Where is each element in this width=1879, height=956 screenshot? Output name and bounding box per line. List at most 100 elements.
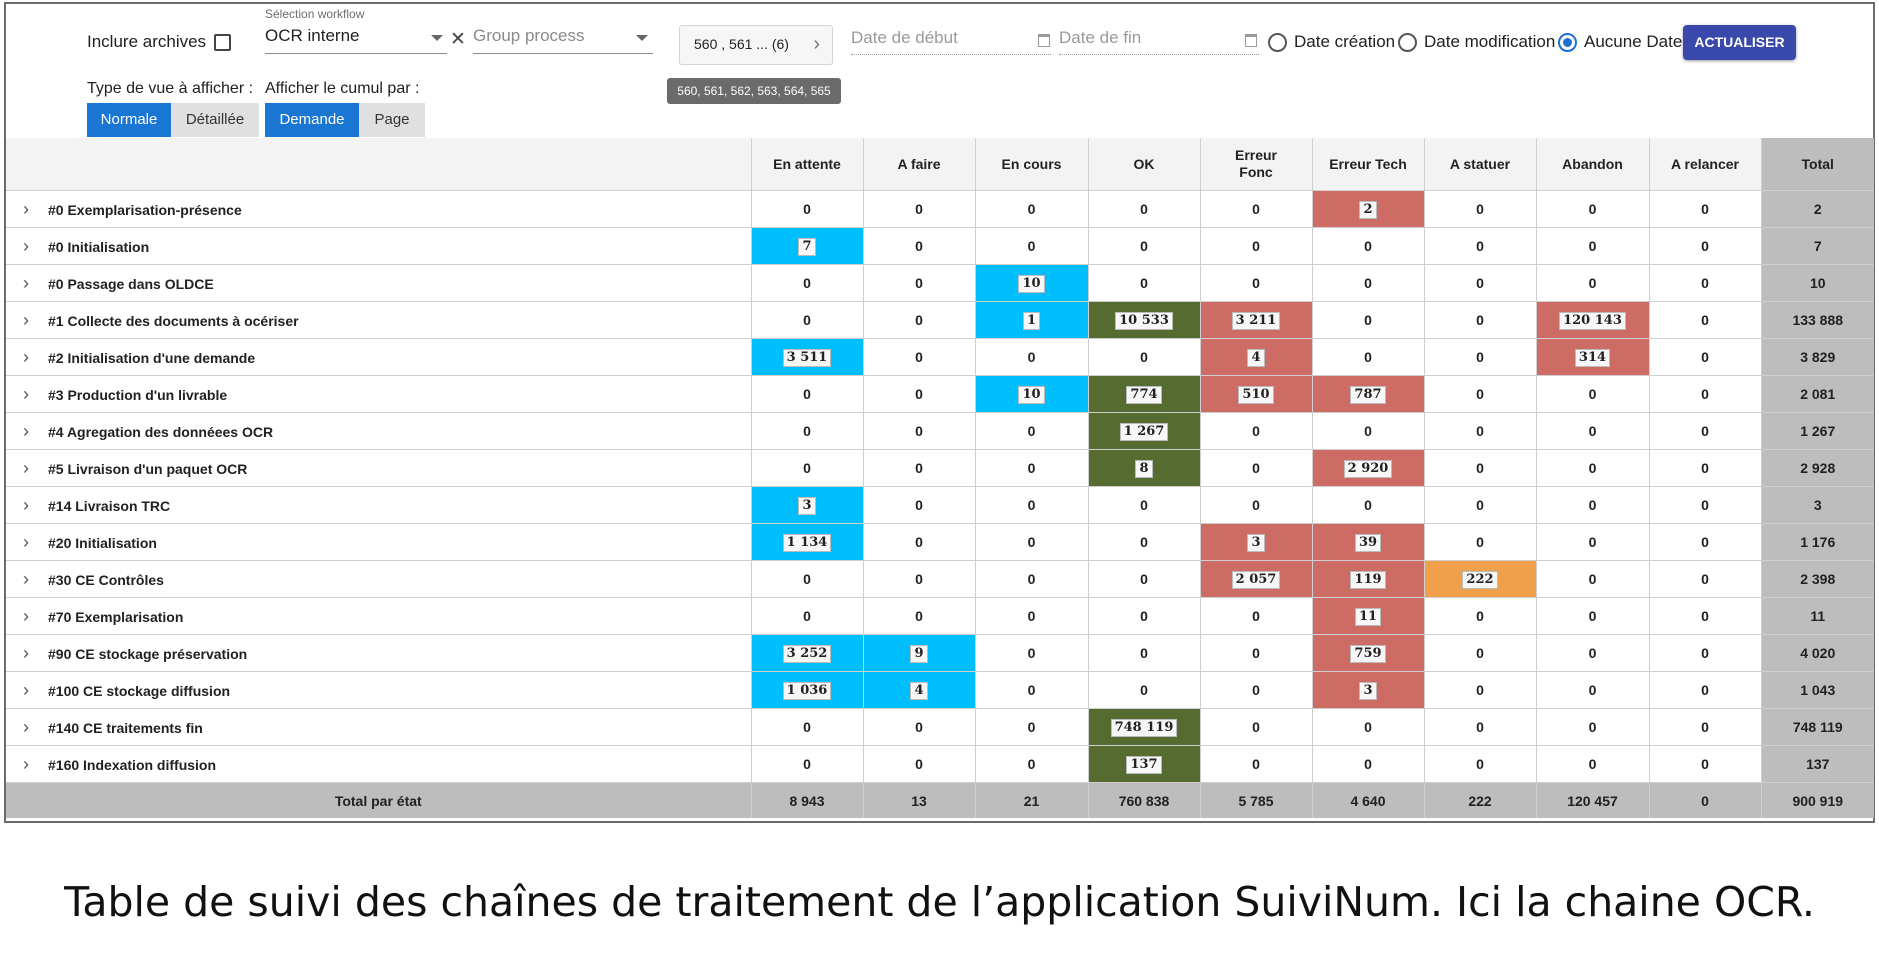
status-cell[interactable]: 0 (1199, 634, 1312, 672)
status-cell[interactable]: 0 (1648, 449, 1761, 487)
status-cell[interactable]: 0 (1087, 560, 1200, 598)
status-cell[interactable]: 0 (1535, 190, 1649, 228)
expand-chevron-icon[interactable]: › (14, 310, 38, 331)
table-row[interactable]: › #2 Initialisation d'une demande 3 511 0 0 0… (6, 338, 1874, 376)
status-cell[interactable]: 0 (750, 190, 863, 228)
status-cell[interactable]: 0 (1423, 634, 1536, 672)
table-row[interactable]: › #140 CE traitements fin 0 0 0 748 119 0 0 0 0 0 7… (6, 708, 1874, 746)
status-cell[interactable]: 0 (1648, 227, 1761, 265)
status-cell[interactable]: 39 (1311, 523, 1424, 561)
status-cell[interactable]: 120 143 (1535, 301, 1649, 339)
status-cell[interactable]: 0 (1648, 708, 1761, 746)
status-cell[interactable]: 0 (1423, 338, 1536, 376)
status-cell[interactable]: 0 (862, 264, 975, 302)
status-cell[interactable]: 0 (1087, 671, 1200, 709)
cumul-request-button[interactable]: Demande (265, 103, 359, 137)
status-cell[interactable]: 0 (1648, 190, 1761, 228)
status-cell[interactable]: 0 (1423, 375, 1536, 413)
table-row[interactable]: › #14 Livraison TRC 3 0 0 0 0 0 0 0 0 3 (6, 486, 1874, 524)
status-cell[interactable]: 0 (974, 190, 1088, 228)
status-cell[interactable]: 222 (1423, 560, 1536, 598)
status-cell[interactable]: 0 (1087, 597, 1200, 635)
status-cell[interactable]: 0 (1199, 449, 1312, 487)
expand-chevron-icon[interactable]: › (14, 643, 38, 664)
status-cell[interactable]: 748 119 (1087, 708, 1200, 746)
workflow-select[interactable]: OCR interne (265, 26, 447, 54)
status-cell[interactable]: 0 (1087, 634, 1200, 672)
status-cell[interactable]: 10 (974, 264, 1088, 302)
status-cell[interactable]: 0 (750, 264, 863, 302)
view-normal-button[interactable]: Normale (87, 103, 171, 137)
expand-chevron-icon[interactable]: › (14, 421, 38, 442)
status-cell[interactable]: 0 (750, 412, 863, 450)
status-cell[interactable]: 0 (1648, 301, 1761, 339)
status-cell[interactable]: 0 (1423, 671, 1536, 709)
status-cell[interactable]: 2 057 (1199, 560, 1312, 598)
status-cell[interactable]: 0 (1311, 301, 1424, 339)
status-cell[interactable]: 0 (862, 486, 975, 524)
status-cell[interactable]: 0 (750, 375, 863, 413)
status-cell[interactable]: 0 (862, 708, 975, 746)
status-cell[interactable]: 0 (750, 745, 863, 783)
status-cell[interactable]: 0 (750, 449, 863, 487)
status-cell[interactable]: 9 (862, 634, 975, 672)
status-cell[interactable]: 0 (1648, 523, 1761, 561)
header-en-cours[interactable]: En cours (974, 138, 1088, 191)
status-cell[interactable]: 0 (974, 338, 1088, 376)
calendar-icon[interactable] (1038, 34, 1050, 47)
radio-date-modification[interactable] (1398, 33, 1417, 52)
status-cell[interactable]: 0 (1648, 745, 1761, 783)
status-cell[interactable]: 0 (974, 597, 1088, 635)
table-row[interactable]: › #4 Agregation des donnéees OCR 0 0 0 1 267 0… (6, 412, 1874, 450)
status-cell[interactable]: 3 (750, 486, 863, 524)
status-cell[interactable]: 10 (974, 375, 1088, 413)
expand-chevron-icon[interactable]: › (14, 273, 38, 294)
status-cell[interactable]: 0 (1648, 338, 1761, 376)
status-cell[interactable]: 0 (1423, 190, 1536, 228)
radio-date-creation[interactable] (1268, 33, 1287, 52)
header-a-faire[interactable]: A faire (862, 138, 975, 191)
group-process-select[interactable]: Group process (473, 26, 653, 54)
status-cell[interactable]: 1 036 (750, 671, 863, 709)
status-cell[interactable]: 0 (862, 338, 975, 376)
status-cell[interactable]: 0 (1311, 264, 1424, 302)
status-cell[interactable]: 0 (1648, 412, 1761, 450)
status-cell[interactable]: 0 (1423, 523, 1536, 561)
status-cell[interactable]: 0 (1199, 264, 1312, 302)
status-cell[interactable]: 0 (1648, 671, 1761, 709)
header-erreur-fonc[interactable]: Erreur Fonc (1199, 138, 1312, 191)
status-cell[interactable]: 0 (862, 449, 975, 487)
status-cell[interactable]: 0 (862, 560, 975, 598)
status-cell[interactable]: 0 (1535, 671, 1649, 709)
status-cell[interactable]: 0 (974, 708, 1088, 746)
table-row[interactable]: › #70 Exemplarisation 0 0 0 0 0 11 0 0 0 11 (6, 597, 1874, 635)
table-row[interactable]: › #5 Livraison d'un paquet OCR 0 0 0 8 0 2 920 0… (6, 449, 1874, 487)
status-cell[interactable]: 0 (1087, 486, 1200, 524)
status-cell[interactable]: 3 252 (750, 634, 863, 672)
status-cell[interactable]: 0 (1087, 264, 1200, 302)
status-cell[interactable]: 4 (862, 671, 975, 709)
status-cell[interactable]: 0 (1535, 597, 1649, 635)
status-cell[interactable]: 0 (1311, 708, 1424, 746)
status-cell[interactable]: 0 (1423, 227, 1536, 265)
status-cell[interactable]: 0 (974, 745, 1088, 783)
ids-selector[interactable]: 560 , 561 ... (6) › (679, 25, 833, 65)
status-cell[interactable]: 0 (862, 523, 975, 561)
status-cell[interactable]: 137 (1087, 745, 1200, 783)
status-cell[interactable]: 0 (1199, 190, 1312, 228)
status-cell[interactable]: 0 (1648, 486, 1761, 524)
expand-chevron-icon[interactable]: › (14, 495, 38, 516)
expand-chevron-icon[interactable]: › (14, 569, 38, 590)
table-row[interactable]: › #0 Initialisation 7 0 0 0 0 0 0 0 0 7 (6, 227, 1874, 265)
status-cell[interactable]: 0 (1535, 412, 1649, 450)
status-cell[interactable]: 1 (974, 301, 1088, 339)
status-cell[interactable]: 0 (1199, 708, 1312, 746)
status-cell[interactable]: 0 (862, 227, 975, 265)
status-cell[interactable]: 0 (1535, 486, 1649, 524)
status-cell[interactable]: 3 (1199, 523, 1312, 561)
status-cell[interactable]: 0 (974, 449, 1088, 487)
expand-chevron-icon[interactable]: › (14, 717, 38, 738)
status-cell[interactable]: 0 (750, 301, 863, 339)
expand-chevron-icon[interactable]: › (14, 754, 38, 775)
table-row[interactable]: › #1 Collecte des documents à océriser 0 0 1… (6, 301, 1874, 339)
